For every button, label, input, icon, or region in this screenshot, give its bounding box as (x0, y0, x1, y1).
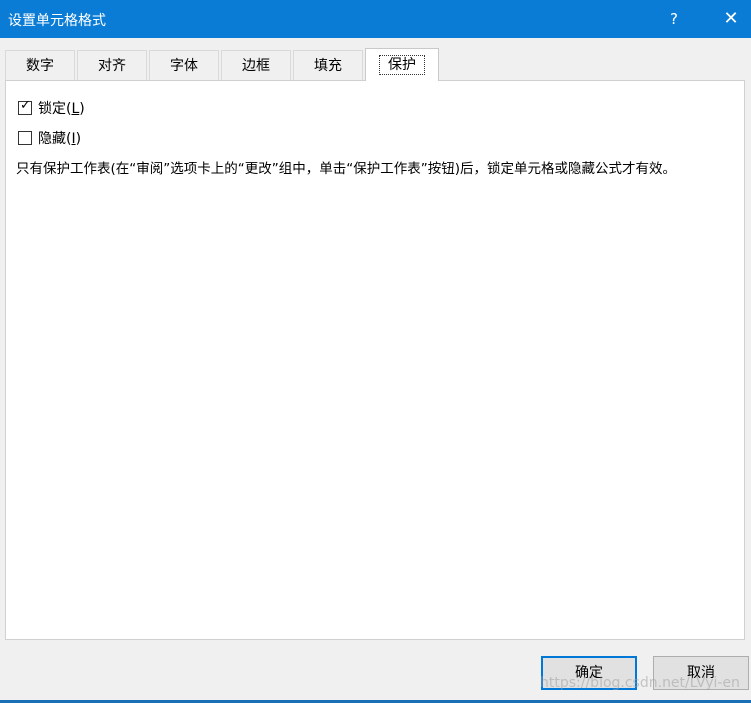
tab-label: 字体 (170, 58, 198, 74)
tab-border[interactable]: 边框 (221, 50, 291, 80)
title-bar: 设置单元格格式 ? ✕ (0, 0, 751, 38)
close-button[interactable]: ✕ (716, 0, 746, 38)
tab-strip: 数字 对齐 字体 边框 填充 保护 (5, 48, 745, 81)
tab-protection[interactable]: 保护 (365, 48, 439, 81)
tab-label: 对齐 (98, 58, 126, 74)
tab-label: 数字 (26, 58, 54, 74)
hidden-option[interactable]: 隐藏(I) (18, 128, 81, 148)
locked-option[interactable]: ✓ 锁定(L) (18, 98, 85, 118)
tab-font[interactable]: 字体 (149, 50, 219, 80)
tab-number[interactable]: 数字 (5, 50, 75, 80)
tab-fill[interactable]: 填充 (293, 50, 363, 80)
protection-panel: ✓ 锁定(L) 隐藏(I) 只有保护工作表(在“审阅”选项卡上的“更改”组中，单… (5, 80, 745, 640)
tab-label: 保护 (379, 55, 425, 75)
checkmark-icon: ✓ (20, 98, 31, 113)
tab-label: 填充 (314, 58, 342, 74)
locked-label: 锁定(L) (38, 101, 85, 117)
hidden-label: 隐藏(I) (38, 131, 82, 147)
watermark: https://blog.csdn.net/LVyi-en (540, 675, 740, 691)
tab-label: 边框 (242, 58, 270, 74)
protection-info-text: 只有保护工作表(在“审阅”选项卡上的“更改”组中，单击“保护工作表”按钮)后，锁… (16, 161, 676, 177)
help-button[interactable]: ? (660, 0, 688, 38)
locked-checkbox[interactable]: ✓ (18, 98, 32, 115)
hidden-checkbox[interactable] (18, 131, 32, 145)
window-title: 设置单元格格式 (8, 13, 106, 29)
tab-alignment[interactable]: 对齐 (77, 50, 147, 80)
